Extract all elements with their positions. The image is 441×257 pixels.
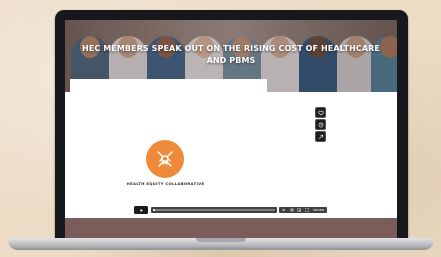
page-title: HEC MEMBERS SPEAK OUT ON THE RISING COST… <box>82 44 380 65</box>
like-button[interactable] <box>315 107 326 118</box>
play-button[interactable] <box>134 206 148 214</box>
play-icon <box>140 208 143 212</box>
progress-bar[interactable] <box>151 207 277 213</box>
player-controls: vimeo <box>279 207 327 213</box>
logo-text: HEALTH EQUITY COLLABORATIVE <box>126 181 205 186</box>
laptop-notch <box>196 238 246 242</box>
progress-track <box>153 209 275 211</box>
hands-logo-icon <box>157 151 173 167</box>
share-button[interactable] <box>315 131 326 142</box>
vimeo-logo[interactable]: vimeo <box>313 208 324 212</box>
heart-icon <box>317 110 324 116</box>
pip-icon[interactable] <box>297 208 302 212</box>
clock-icon <box>318 122 323 127</box>
volume-icon[interactable] <box>282 208 286 212</box>
progress-fill <box>153 209 156 211</box>
share-icon <box>318 134 323 139</box>
settings-icon[interactable] <box>290 208 294 212</box>
watch-later-button[interactable] <box>315 119 326 130</box>
health-equity-collaborative-logo <box>146 140 184 178</box>
fullscreen-icon[interactable] <box>305 208 310 212</box>
footer-band <box>65 218 397 238</box>
